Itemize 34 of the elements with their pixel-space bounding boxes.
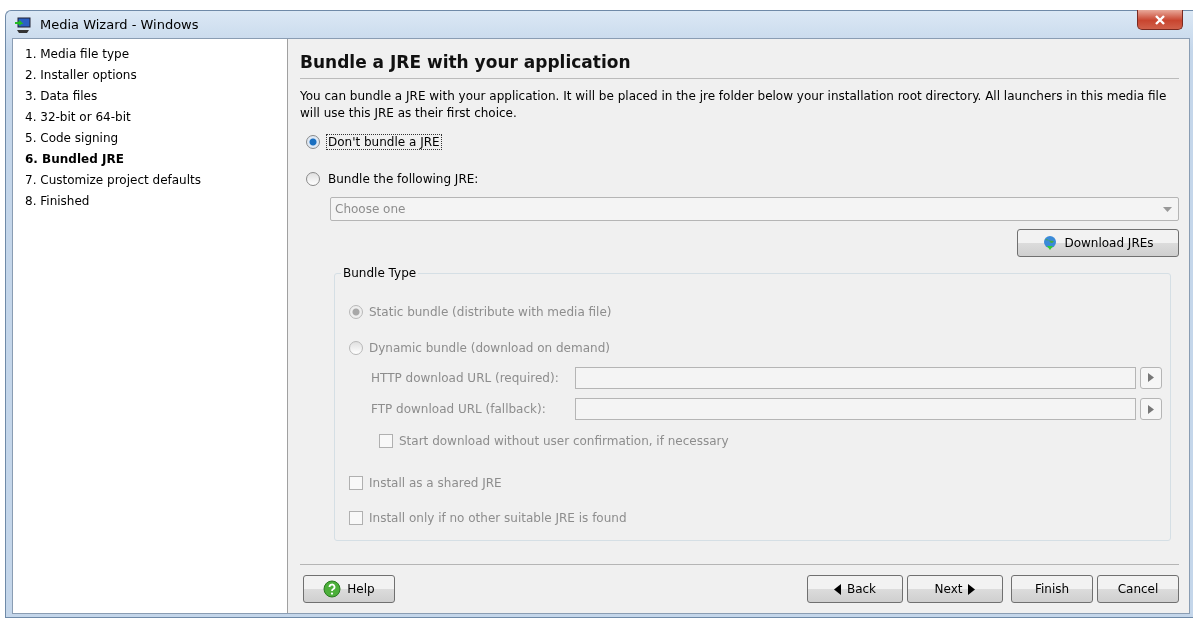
app-icon	[14, 15, 32, 34]
arrow-button[interactable]	[1140, 398, 1162, 421]
help-icon	[323, 580, 342, 598]
description-text: You can bundle a JRE with your application. It will be placed in the jre folder below your installation root directory. All launchers in this media file will use this JRE as their first choice.	[300, 88, 1168, 122]
step-item: 6. Bundled JRE	[25, 151, 125, 168]
radio-option[interactable]: Bundle the following JRE:	[306, 169, 1179, 189]
close-button[interactable]	[1137, 10, 1183, 30]
triangle-right-icon	[1148, 373, 1154, 383]
window-title: Media Wizard - Windows	[40, 17, 199, 32]
next-button[interactable]: Next	[907, 575, 1003, 603]
download-jres-button[interactable]: Download JREs	[1017, 229, 1179, 257]
radio-option[interactable]: Don't bundle a JRE	[306, 132, 1179, 152]
page-heading: Bundle a JRE with your application	[300, 39, 1179, 79]
close-icon	[1154, 14, 1166, 25]
globe-icon	[1042, 235, 1059, 251]
triangle-right-icon	[968, 583, 976, 595]
field-label: HTTP download URL (required):	[371, 370, 560, 385]
help-button[interactable]: Help	[303, 575, 395, 603]
caret-icon	[1163, 206, 1172, 212]
step-item: 5. Code signing	[25, 130, 120, 147]
step-item: 3. Data files	[25, 88, 99, 105]
back-button[interactable]: Back	[807, 575, 903, 603]
triangle-left-icon	[833, 583, 841, 595]
step-item: 2. Installer options	[25, 67, 138, 84]
step-item: 8. Finished	[25, 193, 91, 210]
field-label: FTP download URL (fallback):	[371, 402, 547, 417]
cancel-button[interactable]: Cancel	[1097, 575, 1179, 603]
arrow-button[interactable]	[1140, 366, 1162, 389]
step-item: 1. Media file type	[25, 46, 130, 63]
triangle-right-icon	[1148, 404, 1154, 414]
step-item: 4. 32-bit or 64-bit	[25, 109, 132, 126]
group-title: Bundle Type	[341, 266, 419, 280]
step-item: 7. Customize project defaults	[25, 172, 202, 189]
finish-button[interactable]: Finish	[1011, 575, 1093, 603]
